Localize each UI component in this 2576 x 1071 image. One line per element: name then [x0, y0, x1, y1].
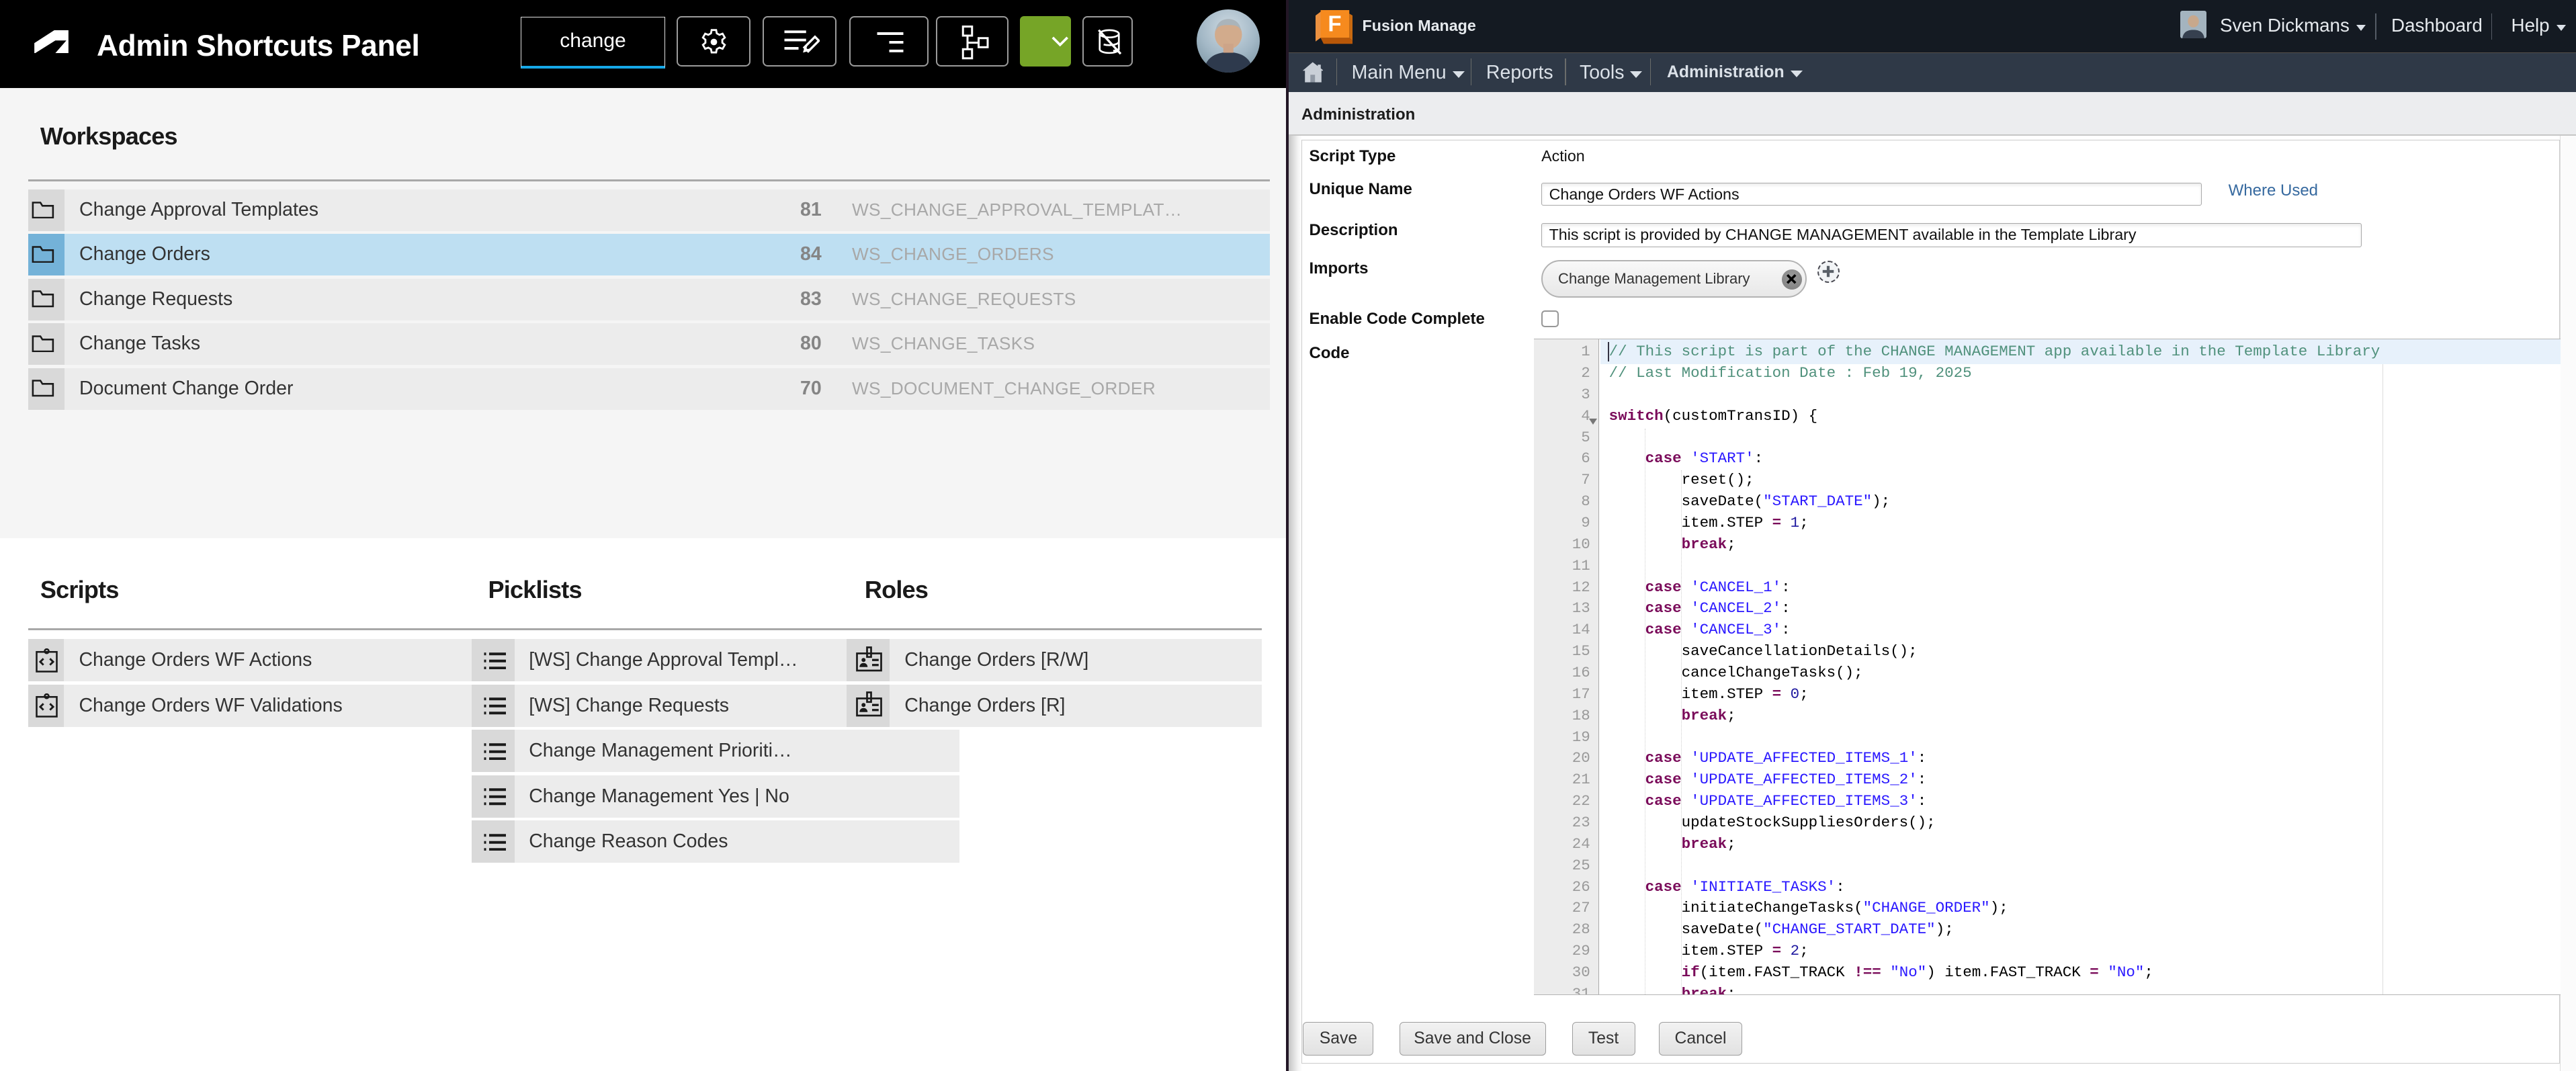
svg-text:F: F	[1328, 11, 1341, 36]
